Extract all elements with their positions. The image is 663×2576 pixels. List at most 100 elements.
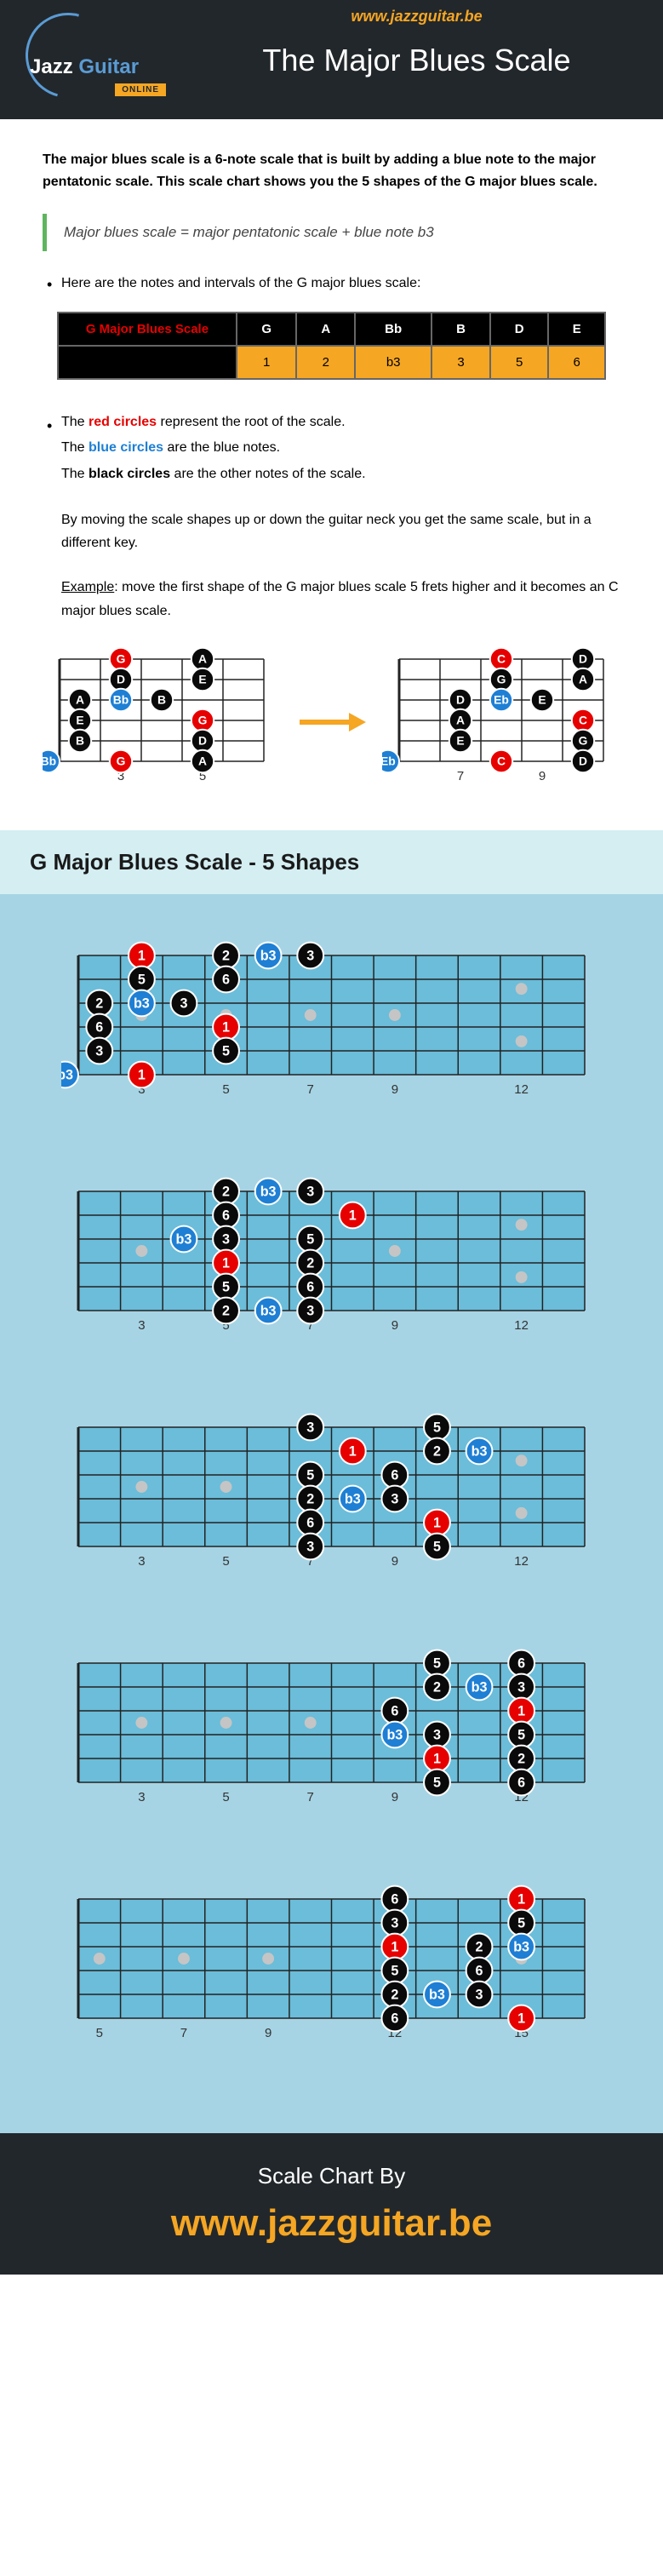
shapes-section: 35791212b33562b336135b313579122b3361b335… <box>0 894 663 2133</box>
table-label: G Major Blues Scale <box>58 313 237 346</box>
svg-text:b3: b3 <box>472 1443 488 1459</box>
svg-text:2: 2 <box>433 1443 441 1459</box>
logo: Jazz Guitar ONLINE <box>26 17 170 102</box>
svg-text:1: 1 <box>138 948 146 963</box>
svg-text:5: 5 <box>433 1655 441 1671</box>
svg-text:Eb: Eb <box>494 692 509 706</box>
info-move: By moving the scale shapes up or down th… <box>43 508 620 554</box>
svg-text:3: 3 <box>391 1915 398 1931</box>
svg-text:9: 9 <box>392 1790 398 1804</box>
svg-text:1: 1 <box>517 2011 525 2026</box>
example-fretboard-right: 79CDGADEbEACEGEbCD <box>382 644 620 800</box>
svg-text:1: 1 <box>391 1939 398 1954</box>
svg-text:G: G <box>117 651 126 665</box>
svg-text:5: 5 <box>391 1963 398 1978</box>
svg-text:2: 2 <box>476 1939 483 1954</box>
bullet-intervals: Here are the notes and intervals of the … <box>43 273 620 295</box>
example-diagrams: 35GADEABbBEGBDBbGA 79CDGADEbEACEGEbCD <box>43 644 620 800</box>
example-fretboard-left: 35GADEABbBEGBDBbGA <box>43 644 281 800</box>
svg-text:3: 3 <box>517 1679 525 1695</box>
svg-text:A: A <box>456 713 465 726</box>
svg-text:5: 5 <box>306 1231 314 1247</box>
svg-text:b3: b3 <box>345 1491 361 1506</box>
shape-diagram-5: 5791215613512b3562b3361 <box>61 1880 602 2061</box>
svg-text:3: 3 <box>306 1539 314 1554</box>
svg-text:2: 2 <box>222 948 230 963</box>
svg-text:9: 9 <box>392 1554 398 1569</box>
svg-text:b3: b3 <box>260 1184 277 1199</box>
svg-text:5: 5 <box>222 1279 230 1294</box>
svg-text:1: 1 <box>138 1067 146 1082</box>
svg-text:A: A <box>198 754 207 767</box>
svg-text:E: E <box>76 713 83 726</box>
svg-text:G: G <box>579 733 588 747</box>
svg-text:2: 2 <box>306 1255 314 1271</box>
svg-text:b3: b3 <box>134 995 150 1011</box>
svg-text:12: 12 <box>514 1318 529 1333</box>
svg-text:5: 5 <box>433 1775 441 1790</box>
arrow-icon <box>298 709 366 735</box>
svg-text:1: 1 <box>517 1891 525 1907</box>
svg-text:6: 6 <box>517 1775 525 1790</box>
svg-text:6: 6 <box>306 1515 314 1530</box>
svg-text:5: 5 <box>306 1467 314 1483</box>
svg-text:3: 3 <box>222 1231 230 1247</box>
svg-text:6: 6 <box>222 1208 230 1223</box>
svg-text:7: 7 <box>180 2026 187 2040</box>
svg-text:2: 2 <box>433 1679 441 1695</box>
svg-text:1: 1 <box>222 1019 230 1035</box>
svg-text:5: 5 <box>517 1915 525 1931</box>
svg-text:1: 1 <box>349 1443 357 1459</box>
svg-text:5: 5 <box>96 2026 103 2040</box>
header: Jazz Guitar ONLINE www.jazzguitar.be The… <box>0 0 663 119</box>
content-area: The major blues scale is a 6-note scale … <box>0 119 663 830</box>
intro-text: The major blues scale is a 6-note scale … <box>43 149 620 192</box>
svg-text:b3: b3 <box>429 1987 445 2002</box>
svg-text:7: 7 <box>457 769 464 783</box>
footer-url: www.jazzguitar.be <box>17 2202 646 2245</box>
svg-text:6: 6 <box>517 1655 525 1671</box>
svg-text:3: 3 <box>476 1987 483 2002</box>
svg-text:6: 6 <box>391 1891 398 1907</box>
svg-text:G: G <box>117 754 126 767</box>
svg-text:D: D <box>198 733 207 747</box>
svg-text:1: 1 <box>349 1208 357 1223</box>
svg-text:5: 5 <box>433 1539 441 1554</box>
svg-text:B: B <box>157 692 166 706</box>
svg-text:b3: b3 <box>472 1679 488 1695</box>
svg-text:2: 2 <box>391 1987 398 2002</box>
svg-text:E: E <box>456 733 464 747</box>
svg-text:7: 7 <box>307 1082 314 1097</box>
svg-text:1: 1 <box>222 1255 230 1271</box>
header-url: www.jazzguitar.be <box>196 8 637 26</box>
svg-text:5: 5 <box>222 1043 230 1059</box>
svg-text:5: 5 <box>517 1727 525 1742</box>
svg-text:2: 2 <box>517 1751 525 1766</box>
svg-text:6: 6 <box>476 1963 483 1978</box>
logo-badge: ONLINE <box>115 83 166 96</box>
svg-text:5: 5 <box>433 1420 441 1435</box>
svg-text:5: 5 <box>222 1790 229 1804</box>
svg-text:1: 1 <box>433 1751 441 1766</box>
svg-text:Eb: Eb <box>382 754 396 767</box>
svg-text:12: 12 <box>514 1082 529 1097</box>
svg-text:C: C <box>497 754 506 767</box>
svg-text:D: D <box>579 754 587 767</box>
shape-diagram-4: 357912562b3361b3351256 <box>61 1644 602 1825</box>
svg-text:9: 9 <box>392 1082 398 1097</box>
svg-text:3: 3 <box>138 1790 145 1804</box>
svg-text:5: 5 <box>222 1554 229 1569</box>
svg-text:3: 3 <box>391 1491 398 1506</box>
svg-text:G: G <box>497 672 506 686</box>
footer: Scale Chart By www.jazzguitar.be <box>0 2133 663 2275</box>
svg-text:5: 5 <box>138 972 146 987</box>
shape-diagram-3: 3579123512b3562b336135 <box>61 1408 602 1589</box>
scale-table: G Major Blues Scale G A Bb B D E 1 2 b3 … <box>57 312 606 380</box>
svg-text:3: 3 <box>180 995 187 1011</box>
svg-text:C: C <box>497 651 506 665</box>
svg-text:3: 3 <box>306 1420 314 1435</box>
svg-text:b3: b3 <box>513 1939 529 1954</box>
svg-text:6: 6 <box>391 2011 398 2026</box>
svg-text:2: 2 <box>222 1303 230 1318</box>
svg-text:6: 6 <box>391 1703 398 1718</box>
